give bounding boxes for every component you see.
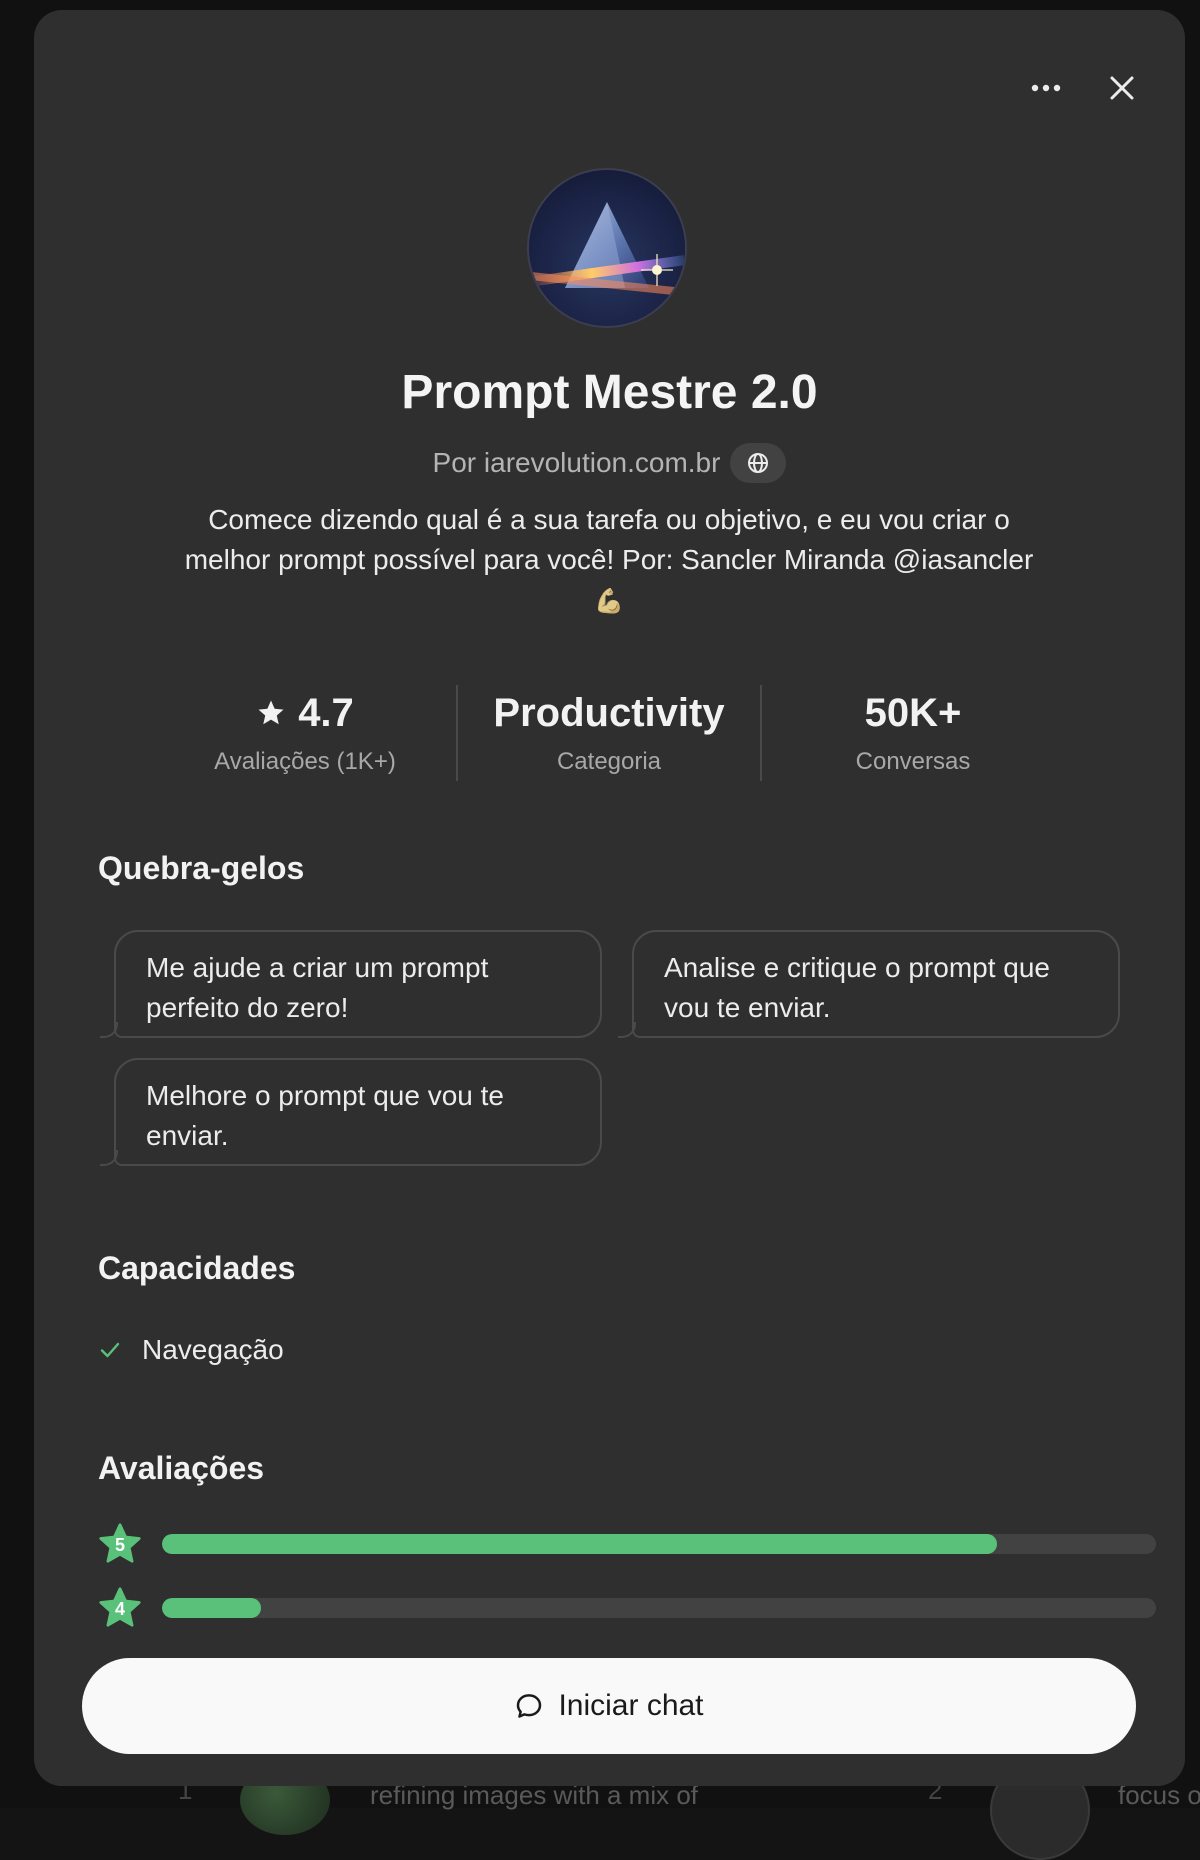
rating-stars-number: 4 <box>114 1598 125 1619</box>
more-horizontal-icon <box>1031 84 1061 92</box>
chat-bubble-icon <box>517 1694 542 1718</box>
capability-item: Navegação <box>98 1334 284 1366</box>
gpt-title: Prompt Mestre 2.0 <box>401 366 818 419</box>
prism-logo <box>529 202 685 297</box>
rating-bar-fill <box>162 1534 997 1554</box>
rating-label: Avaliações (1K+) <box>214 747 396 775</box>
flexed-arm-emoji: 💪 <box>594 588 624 615</box>
start-chat-button[interactable]: Iniciar chat <box>82 1658 1136 1754</box>
author-byline: Por iarevolution.com.br <box>34 443 1185 483</box>
conversations-label: Conversas <box>855 747 971 775</box>
star-icon <box>258 700 284 725</box>
author-text: Por iarevolution.com.br <box>432 447 721 478</box>
category-value: Productivity <box>493 690 725 735</box>
conversations-value: 50K+ <box>864 690 962 735</box>
category-stat: Productivity Categoria <box>458 685 760 781</box>
conversation-starter[interactable]: Melhore o prompt que vou te enviar. <box>100 1058 602 1166</box>
rating-star-badge: 5 <box>98 1522 142 1566</box>
starters-heading: Quebra-gelos <box>98 850 305 886</box>
rating-value: 4.7 <box>298 690 354 735</box>
gpt-description: Comece dizendo qual é a sua tarefa ou ob… <box>184 504 1034 615</box>
conversations-stat: 50K+ Conversas <box>762 685 1064 781</box>
start-chat-label: Iniciar chat <box>558 1689 704 1722</box>
gpt-avatar <box>529 170 685 326</box>
capability-label: Navegação <box>142 1334 284 1365</box>
website-link-button[interactable] <box>730 443 787 483</box>
rating-bar-track <box>162 1598 1156 1618</box>
gpt-details-modal: Prompt Mestre 2.0 Por iarevolution.com.b… <box>34 10 1185 1786</box>
close-button[interactable] <box>1100 66 1144 110</box>
rating-star-badge: 4 <box>98 1586 142 1630</box>
close-icon <box>1110 76 1134 100</box>
capabilities-heading: Capacidades <box>98 1250 296 1286</box>
rating-bar-track <box>162 1534 1156 1554</box>
rating-bar-fill <box>162 1598 262 1618</box>
conversation-starter[interactable]: Me ajude a criar um prompt perfeito do z… <box>100 930 602 1038</box>
ratings-heading: Avaliações <box>98 1450 265 1486</box>
globe-icon <box>748 453 769 473</box>
rating-row-4: 4 <box>98 1586 1156 1630</box>
rating-stat: 4.7 Avaliações (1K+) <box>154 685 456 781</box>
rating-stars-number: 5 <box>114 1534 125 1555</box>
category-label: Categoria <box>556 747 662 775</box>
check-icon <box>100 1342 120 1358</box>
stats-row: 4.7 Avaliações (1K+) Productivity Catego… <box>154 685 1064 781</box>
rating-row-5: 5 <box>98 1522 1156 1566</box>
more-options-button[interactable] <box>1024 66 1068 110</box>
conversation-starter[interactable]: Analise e critique o prompt que vou te e… <box>618 930 1120 1038</box>
